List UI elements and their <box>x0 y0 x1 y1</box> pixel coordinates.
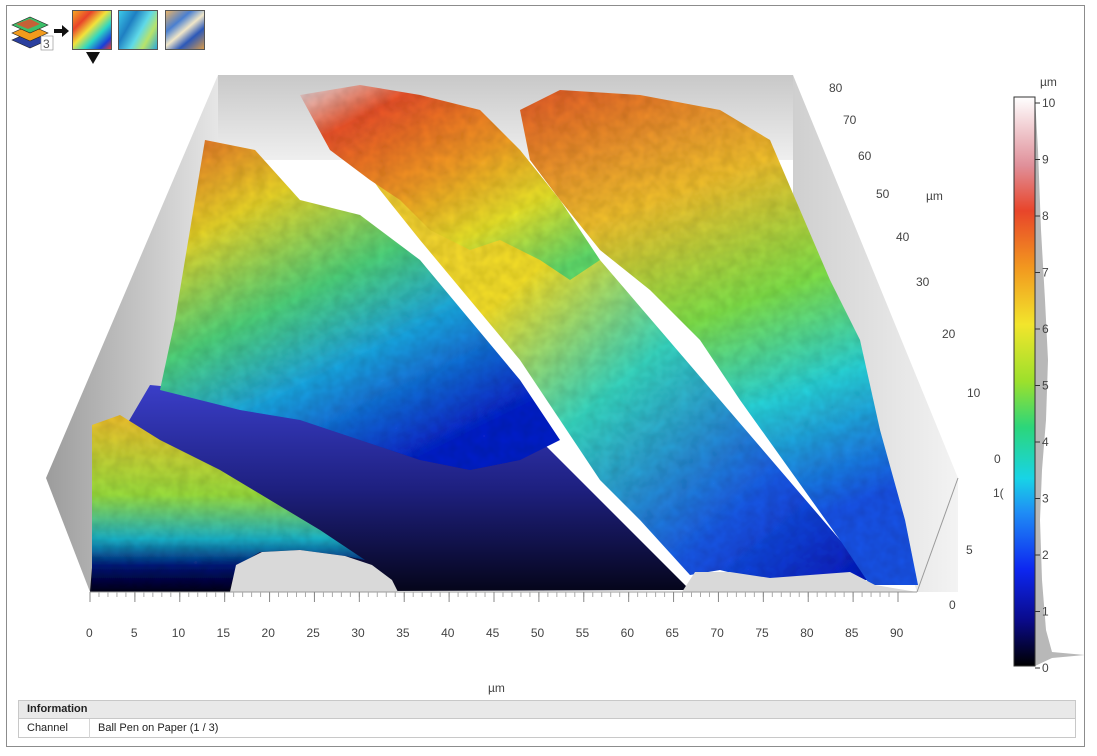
colorbar-tick-label: 10 <box>1042 96 1056 110</box>
colorbar-tick-label: 2 <box>1042 548 1049 562</box>
information-panel: Information Channel Ball Pen on Paper (1… <box>18 700 1076 738</box>
x-tick-label: 35 <box>396 626 410 640</box>
x-tick-label: 30 <box>351 626 365 640</box>
y-tick-label: 10 <box>967 386 981 400</box>
colorbar-tick-label: 1 <box>1042 605 1049 619</box>
info-key: Channel <box>19 719 90 738</box>
information-header: Information <box>19 701 1075 719</box>
x-tick-label: 40 <box>441 626 455 640</box>
x-tick-label: 80 <box>800 626 814 640</box>
y-tick-label: 0 <box>949 598 956 612</box>
colorbar-gradient <box>1013 96 1036 667</box>
x-tick-label: 70 <box>710 626 724 640</box>
colorbar-tick-label: 6 <box>1042 322 1049 336</box>
y-tick-label: 1( <box>993 486 1004 500</box>
y-tick-label: 20 <box>942 327 956 341</box>
y-tick-label: 5 <box>966 543 973 557</box>
info-row-channel: Channel Ball Pen on Paper (1 / 3) <box>19 719 1075 738</box>
x-tick-label: 45 <box>486 626 500 640</box>
y-tick-label: 30 <box>916 275 930 289</box>
x-tick-label: 15 <box>217 626 231 640</box>
x-tick-label: 20 <box>262 626 276 640</box>
x-tick-label: 50 <box>531 626 545 640</box>
x-axis-ticks: 0 5 10 15 20 25 30 35 40 45 50 55 60 65 70 75 80 85 90 <box>86 592 904 640</box>
surface-3d-view[interactable]: 0 5 10 15 20 25 30 35 40 45 50 55 60 65 70 75 80 85 90 051… <box>0 0 1097 756</box>
y-tick-label: 50 <box>876 187 890 201</box>
y-tick-label: 0 <box>994 452 1001 466</box>
y-tick-label: 80 <box>829 81 843 95</box>
x-tick-label: 0 <box>86 626 93 640</box>
x-tick-label: 25 <box>306 626 320 640</box>
color-scale: µm 0 1 2 3 4 5 6 7 8 9 10 <box>1013 75 1085 675</box>
colorbar-unit: µm <box>1040 75 1057 89</box>
x-tick-label: 10 <box>172 626 186 640</box>
x-tick-label: 75 <box>755 626 769 640</box>
y-tick-label: 40 <box>896 230 910 244</box>
x-tick-label: 5 <box>131 626 138 640</box>
colorbar-tick-label: 0 <box>1042 661 1049 675</box>
x-tick-label: 85 <box>845 626 859 640</box>
y-tick-label: 60 <box>858 149 872 163</box>
y-axis-unit: µm <box>926 189 943 203</box>
colorbar-tick-label: 3 <box>1042 492 1049 506</box>
x-tick-label: 60 <box>621 626 635 640</box>
y-tick-label: 70 <box>843 113 857 127</box>
colorbar-tick-label: 4 <box>1042 435 1049 449</box>
colorbar-tick-label: 5 <box>1042 379 1049 393</box>
colorbar-tick-label: 9 <box>1042 153 1049 167</box>
x-tick-label: 55 <box>576 626 590 640</box>
colorbar-tick-label: 8 <box>1042 209 1049 223</box>
x-tick-label: 90 <box>890 626 904 640</box>
colorbar-tick-label: 7 <box>1042 266 1049 280</box>
x-axis-unit: µm <box>488 681 505 695</box>
x-tick-label: 65 <box>666 626 680 640</box>
info-value: Ball Pen on Paper (1 / 3) <box>98 722 219 734</box>
